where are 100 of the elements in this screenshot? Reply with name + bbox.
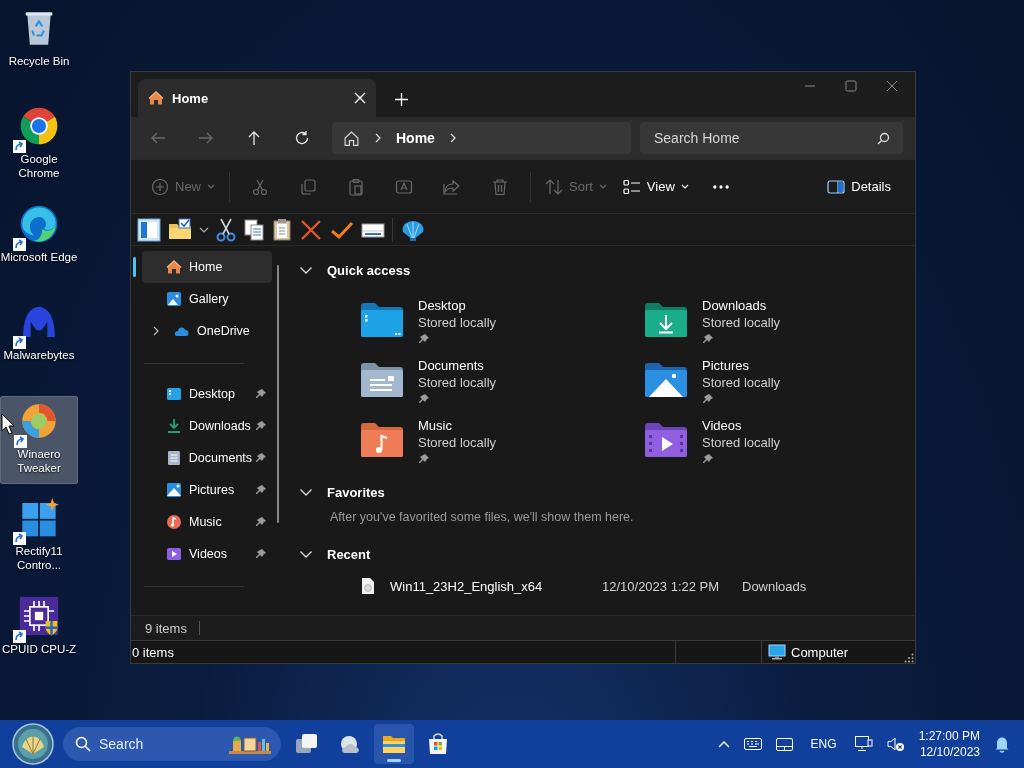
delete-icon[interactable] bbox=[299, 217, 323, 242]
chevron-right-icon[interactable] bbox=[448, 133, 457, 143]
desktop-shortcut[interactable]: Rectify11 Contro... bbox=[0, 494, 78, 582]
app-icon bbox=[19, 401, 59, 441]
status-text: Stored locally bbox=[418, 435, 497, 450]
touchpad-icon[interactable] bbox=[775, 737, 793, 751]
item-count: 0 items bbox=[132, 644, 174, 660]
browser-icon bbox=[19, 204, 59, 244]
details-button[interactable]: Details bbox=[823, 170, 895, 203]
view-icon bbox=[622, 177, 641, 196]
cut-icon[interactable] bbox=[216, 217, 236, 242]
bell-icon[interactable] bbox=[994, 735, 1010, 753]
section-title: Recent bbox=[327, 546, 371, 562]
chevron-up-icon[interactable] bbox=[717, 740, 730, 748]
shortcut-arrow-icon bbox=[14, 435, 27, 448]
folder-name[interactable]: Videos bbox=[702, 418, 781, 433]
picture-icon bbox=[166, 291, 182, 307]
desktop-shortcut[interactable]: Recycle Bin bbox=[0, 4, 78, 92]
forward-arrow-icon[interactable] bbox=[198, 130, 214, 146]
nav-item[interactable]: Music bbox=[142, 506, 272, 538]
volume-muted-icon[interactable] bbox=[886, 736, 905, 752]
document-icon bbox=[165, 450, 182, 466]
folder-check-icon[interactable] bbox=[168, 217, 192, 242]
desktop-shortcut[interactable]: Malwarebytes bbox=[0, 298, 78, 386]
back-arrow-icon[interactable] bbox=[150, 130, 166, 146]
file-icon bbox=[360, 577, 376, 595]
nav-item[interactable]: Videos bbox=[142, 538, 272, 570]
folder-icon bbox=[644, 362, 688, 398]
location-text: Downloads bbox=[742, 578, 807, 594]
home-icon bbox=[148, 90, 164, 106]
sort-icon bbox=[545, 177, 563, 196]
caret-icon bbox=[207, 183, 215, 190]
address-bar[interactable]: Home bbox=[332, 122, 631, 154]
nav-item[interactable]: Desktop bbox=[142, 378, 272, 410]
section-title: Quick access bbox=[327, 262, 411, 278]
folder-icon bbox=[644, 422, 688, 458]
file-name[interactable]: Win11_23H2_English_x64 bbox=[390, 578, 602, 594]
maximize-icon[interactable] bbox=[845, 80, 857, 92]
language-indicator[interactable]: ENG bbox=[806, 737, 841, 751]
folder-name[interactable]: Downloads bbox=[702, 298, 781, 313]
copy-icon[interactable] bbox=[243, 217, 265, 242]
details-pane-icon bbox=[827, 178, 846, 195]
breadcrumb-item[interactable]: Home bbox=[396, 130, 435, 146]
refresh-icon[interactable] bbox=[294, 130, 310, 146]
desktop-shortcut[interactable]: CPUID CPU-Z bbox=[0, 592, 78, 680]
task-view-icon bbox=[294, 732, 318, 756]
search-field[interactable]: Search Home bbox=[640, 122, 903, 154]
empty-message: After you've favorited some files, we'll show them here. bbox=[330, 510, 635, 524]
folder-name[interactable]: Documents bbox=[418, 358, 497, 373]
nav-item[interactable]: Documents bbox=[142, 442, 272, 474]
folder-name[interactable]: Pictures bbox=[702, 358, 781, 373]
home-icon bbox=[166, 259, 182, 275]
resize-grip-icon[interactable] bbox=[904, 653, 914, 663]
keyboard-icon[interactable] bbox=[743, 738, 762, 750]
folder-icon bbox=[360, 422, 404, 458]
nav-item[interactable]: Gallery bbox=[142, 283, 272, 315]
location-text: Computer bbox=[791, 644, 849, 660]
scrollbar[interactable] bbox=[277, 265, 279, 523]
nav-item[interactable]: Downloads bbox=[142, 410, 272, 442]
search-icon bbox=[75, 736, 91, 752]
clock[interactable]: 1:27:00 PM 12/10/2023 bbox=[918, 728, 980, 760]
view-button[interactable]: View bbox=[618, 170, 693, 203]
new-tab-icon[interactable] bbox=[395, 93, 408, 106]
add-icon bbox=[151, 177, 169, 196]
shortcut-arrow-icon bbox=[13, 532, 26, 545]
download-icon bbox=[166, 418, 182, 434]
up-arrow-icon[interactable] bbox=[246, 130, 262, 146]
shortcut-arrow-icon bbox=[13, 140, 26, 153]
section-title: Favorites bbox=[327, 484, 385, 500]
app-icon bbox=[19, 498, 59, 538]
picture-icon bbox=[166, 482, 182, 498]
caret-icon bbox=[680, 183, 689, 190]
desktop-shortcut[interactable]: Winaero Tweaker bbox=[0, 396, 78, 484]
folder-icon bbox=[360, 302, 404, 338]
folder-name[interactable]: Music bbox=[418, 418, 497, 433]
desktop-shortcut[interactable]: Microsoft Edge bbox=[0, 200, 78, 288]
folder-name[interactable]: Desktop bbox=[418, 298, 497, 313]
chevron-right-icon[interactable] bbox=[374, 133, 382, 143]
folder-icon bbox=[644, 302, 688, 338]
status-text: Stored locally bbox=[702, 375, 781, 390]
selection-indicator bbox=[133, 257, 136, 277]
status-text: Stored locally bbox=[418, 315, 497, 330]
status-text: Stored locally bbox=[418, 375, 497, 390]
home-icon bbox=[343, 129, 360, 147]
browser-icon bbox=[19, 106, 59, 146]
paste-icon[interactable] bbox=[272, 217, 292, 242]
network-icon[interactable] bbox=[854, 736, 873, 752]
status-text: Stored locally bbox=[702, 435, 781, 450]
taskbar-button[interactable] bbox=[374, 724, 414, 764]
desktop-icon bbox=[166, 386, 182, 402]
folder-icon bbox=[360, 362, 404, 398]
item-count: 9 items bbox=[145, 620, 187, 636]
start-button[interactable] bbox=[12, 723, 54, 765]
nav-item[interactable]: OneDrive bbox=[142, 315, 272, 347]
shortcut-arrow-icon bbox=[13, 336, 26, 349]
tab[interactable]: Home bbox=[138, 79, 376, 117]
pane-icon[interactable] bbox=[137, 217, 161, 242]
desktop-shortcut[interactable]: Google Chrome bbox=[0, 102, 78, 190]
search-field[interactable]: Search bbox=[63, 727, 281, 761]
nav-item[interactable]: Pictures bbox=[142, 474, 272, 506]
